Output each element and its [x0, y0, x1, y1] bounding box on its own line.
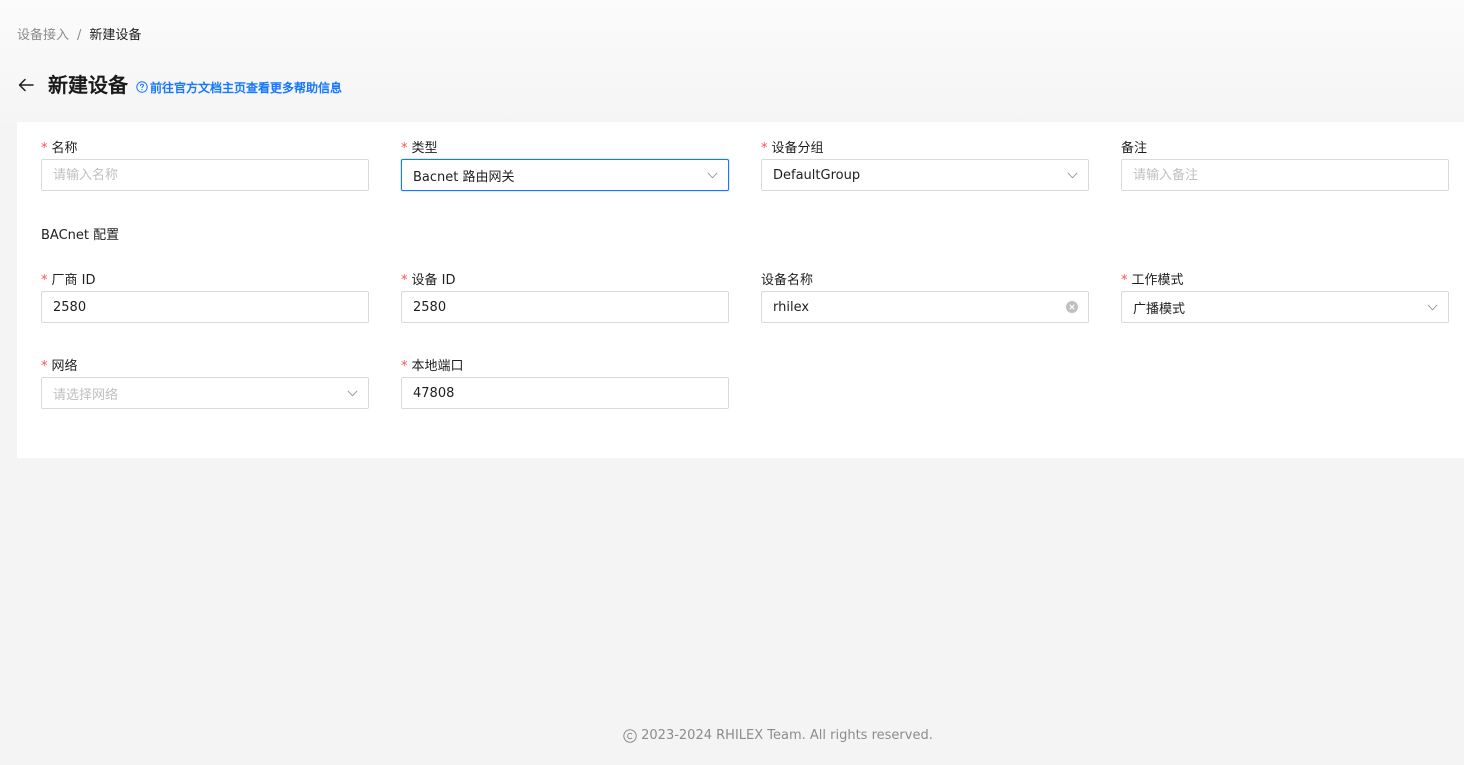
title-row: 新建设备 前往官方文档主页查看更多帮助信息: [16, 70, 342, 100]
device-id-label: 设备 ID: [411, 273, 456, 288]
device-name-input[interactable]: [773, 299, 1077, 315]
name-input-box: [41, 159, 369, 191]
field-remark: 备注: [1121, 140, 1449, 191]
field-local-port: * 本地端口: [401, 358, 729, 409]
required-mark: *: [401, 141, 408, 156]
help-link-text: 前往官方文档主页查看更多帮助信息: [150, 80, 343, 95]
local-port-label: 本地端口: [411, 359, 464, 374]
required-mark: *: [761, 141, 768, 156]
chevron-down-icon: [1066, 169, 1078, 181]
vendor-id-label: 厂商 ID: [51, 273, 96, 288]
form-card: * 名称 * 类型 Bacnet 路由网关 * 设备分组 DefaultGrou…: [17, 122, 1464, 458]
required-mark: *: [401, 359, 408, 374]
copyright-text: 2023-2024 RHILEX Team. All rights reserv…: [641, 728, 933, 743]
question-circle-icon: [136, 81, 148, 93]
device-id-input-box: [401, 291, 729, 323]
field-group: * 设备分组 DefaultGroup: [761, 140, 1089, 191]
type-select[interactable]: Bacnet 路由网关: [401, 159, 729, 191]
field-work-mode: * 工作模式 广播模式: [1121, 272, 1449, 323]
network-select-placeholder: 请选择网络: [53, 387, 119, 403]
breadcrumb: 设备接入 / 新建设备: [17, 27, 141, 45]
breadcrumb-parent[interactable]: 设备接入: [17, 27, 69, 45]
group-select[interactable]: DefaultGroup: [761, 159, 1089, 191]
name-label: 名称: [51, 141, 78, 156]
page-header: 设备接入 / 新建设备 新建设备 前往官方文档主页查看更多帮助信息: [0, 0, 1464, 122]
back-arrow-icon[interactable]: [16, 75, 36, 95]
breadcrumb-current: 新建设备: [89, 28, 142, 43]
chevron-down-icon: [346, 387, 358, 399]
required-mark: *: [401, 273, 408, 288]
type-select-value: Bacnet 路由网关: [413, 169, 515, 185]
local-port-input[interactable]: [413, 385, 717, 401]
remark-input-box: [1121, 159, 1449, 191]
local-port-input-box: [401, 377, 729, 409]
field-name: * 名称: [41, 140, 369, 191]
group-select-value: DefaultGroup: [773, 167, 861, 183]
work-mode-select-value: 广播模式: [1133, 301, 1186, 317]
name-input[interactable]: [53, 167, 357, 183]
required-mark: *: [41, 141, 48, 156]
section-title: BACnet 配置: [41, 228, 120, 243]
required-mark: *: [41, 273, 48, 288]
field-device-id: * 设备 ID: [401, 272, 729, 323]
required-mark: *: [41, 359, 48, 374]
copyright-icon: [623, 729, 637, 743]
remark-label: 备注: [1121, 141, 1148, 156]
footer: 2023-2024 RHILEX Team. All rights reserv…: [0, 727, 1464, 749]
network-label: 网络: [51, 359, 78, 374]
device-id-input[interactable]: [413, 299, 717, 315]
help-link[interactable]: 前往官方文档主页查看更多帮助信息: [136, 79, 342, 96]
required-mark: *: [1121, 273, 1128, 288]
vendor-id-input-box: [41, 291, 369, 323]
chevron-down-icon: [1426, 301, 1438, 313]
type-label: 类型: [411, 141, 438, 156]
remark-input[interactable]: [1133, 167, 1437, 183]
field-vendor-id: * 厂商 ID: [41, 272, 369, 323]
group-label: 设备分组: [771, 141, 824, 156]
field-device-name: 设备名称: [761, 272, 1089, 323]
field-type: * 类型 Bacnet 路由网关: [401, 140, 729, 191]
device-name-input-box: [761, 291, 1089, 323]
breadcrumb-separator: /: [77, 28, 82, 43]
work-mode-select[interactable]: 广播模式: [1121, 291, 1449, 323]
vendor-id-input[interactable]: [53, 299, 357, 315]
network-select[interactable]: 请选择网络: [41, 377, 369, 409]
chevron-down-icon: [706, 169, 718, 181]
field-network: * 网络 请选择网络: [41, 358, 369, 409]
work-mode-label: 工作模式: [1131, 273, 1184, 288]
page-title: 新建设备: [48, 73, 128, 97]
device-name-label: 设备名称: [761, 273, 814, 288]
clear-icon[interactable]: [1066, 301, 1078, 313]
